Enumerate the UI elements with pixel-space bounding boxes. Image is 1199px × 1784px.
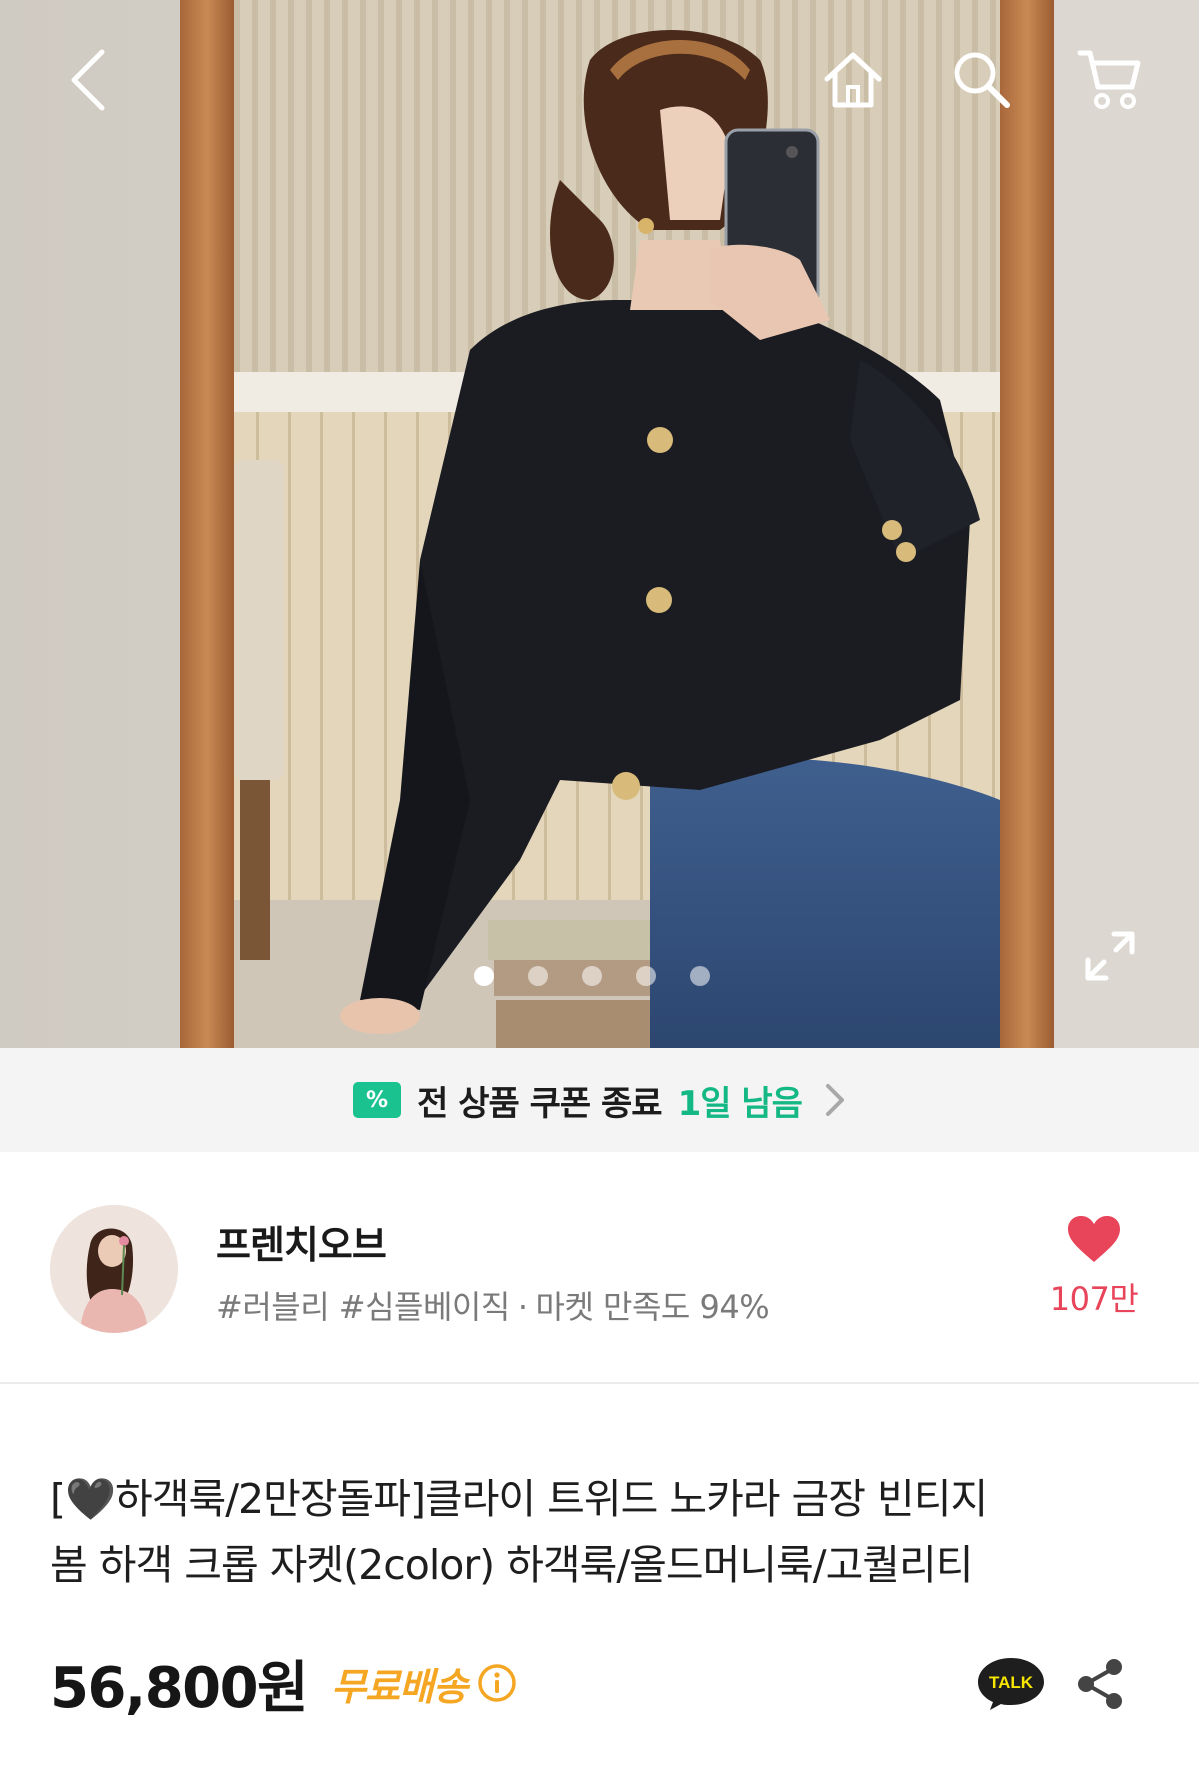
shop-avatar-image <box>50 1205 178 1333</box>
cart-icon <box>1077 50 1141 109</box>
expand-icon <box>1085 931 1135 981</box>
product-photo <box>0 0 1199 1048</box>
search-icon <box>954 52 1010 108</box>
shop-meta: #러블리 #심플베이직 · 마켓 만족도 94% <box>216 1282 770 1328</box>
like-count: 107만 <box>1049 1280 1139 1318</box>
like-button[interactable]: 107만 <box>1039 1214 1149 1320</box>
share-icon <box>1078 1659 1122 1709</box>
meta-separator: · <box>517 1288 528 1326</box>
free-shipping-label: 무료배송 <box>331 1664 468 1709</box>
chevron-right-icon <box>825 1084 844 1116</box>
price-row: 56,800원 무료배송 <box>50 1640 517 1726</box>
product-title: [🖤하객룩/2만장돌파]클라이 트위드 노카라 금장 빈티지 봄 하객 크롭 자… <box>50 1475 988 1589</box>
fullscreen-button[interactable] <box>1082 928 1138 984</box>
cart-button[interactable] <box>1074 44 1144 114</box>
heart-icon <box>1068 1216 1120 1262</box>
kakao-talk-button[interactable]: TALK <box>976 1656 1046 1712</box>
talk-icon: TALK <box>978 1658 1044 1710</box>
coupon-text: 전 상품 쿠폰 종료 <box>417 1083 662 1124</box>
home-icon <box>824 52 882 108</box>
product-image-carousel[interactable] <box>0 0 1199 1048</box>
carousel-indicator[interactable] <box>474 966 710 986</box>
carousel-dot[interactable] <box>582 966 602 986</box>
shop-avatar[interactable] <box>50 1205 178 1333</box>
shop-info: 프렌치오브 #러블리 #심플베이직 · 마켓 만족도 94% 107만 <box>0 1152 1199 1384</box>
share-button[interactable] <box>1074 1656 1130 1712</box>
shop-satisfaction: 마켓 만족도 94% <box>535 1288 770 1326</box>
shipping-info-button[interactable] <box>477 1663 517 1703</box>
back-button[interactable] <box>62 44 114 116</box>
shop-tags: #러블리 #심플베이직 <box>216 1288 510 1326</box>
chevron-left-icon <box>71 49 105 111</box>
info-icon <box>478 1664 516 1702</box>
carousel-dot[interactable] <box>636 966 656 986</box>
coupon-remaining: 1일 남음 <box>677 1083 803 1124</box>
coupon-icon: % <box>353 1082 402 1118</box>
carousel-dot[interactable] <box>528 966 548 986</box>
carousel-dot[interactable] <box>690 966 710 986</box>
product-price: 56,800원 <box>50 1655 309 1721</box>
talk-label: TALK <box>989 1673 1034 1692</box>
carousel-dot[interactable] <box>474 966 494 986</box>
home-button[interactable] <box>818 44 888 114</box>
search-button[interactable] <box>948 44 1014 114</box>
coupon-banner[interactable]: % 전 상품 쿠폰 종료 1일 남음 <box>0 1048 1199 1152</box>
shop-name[interactable]: 프렌치오브 <box>216 1214 387 1269</box>
